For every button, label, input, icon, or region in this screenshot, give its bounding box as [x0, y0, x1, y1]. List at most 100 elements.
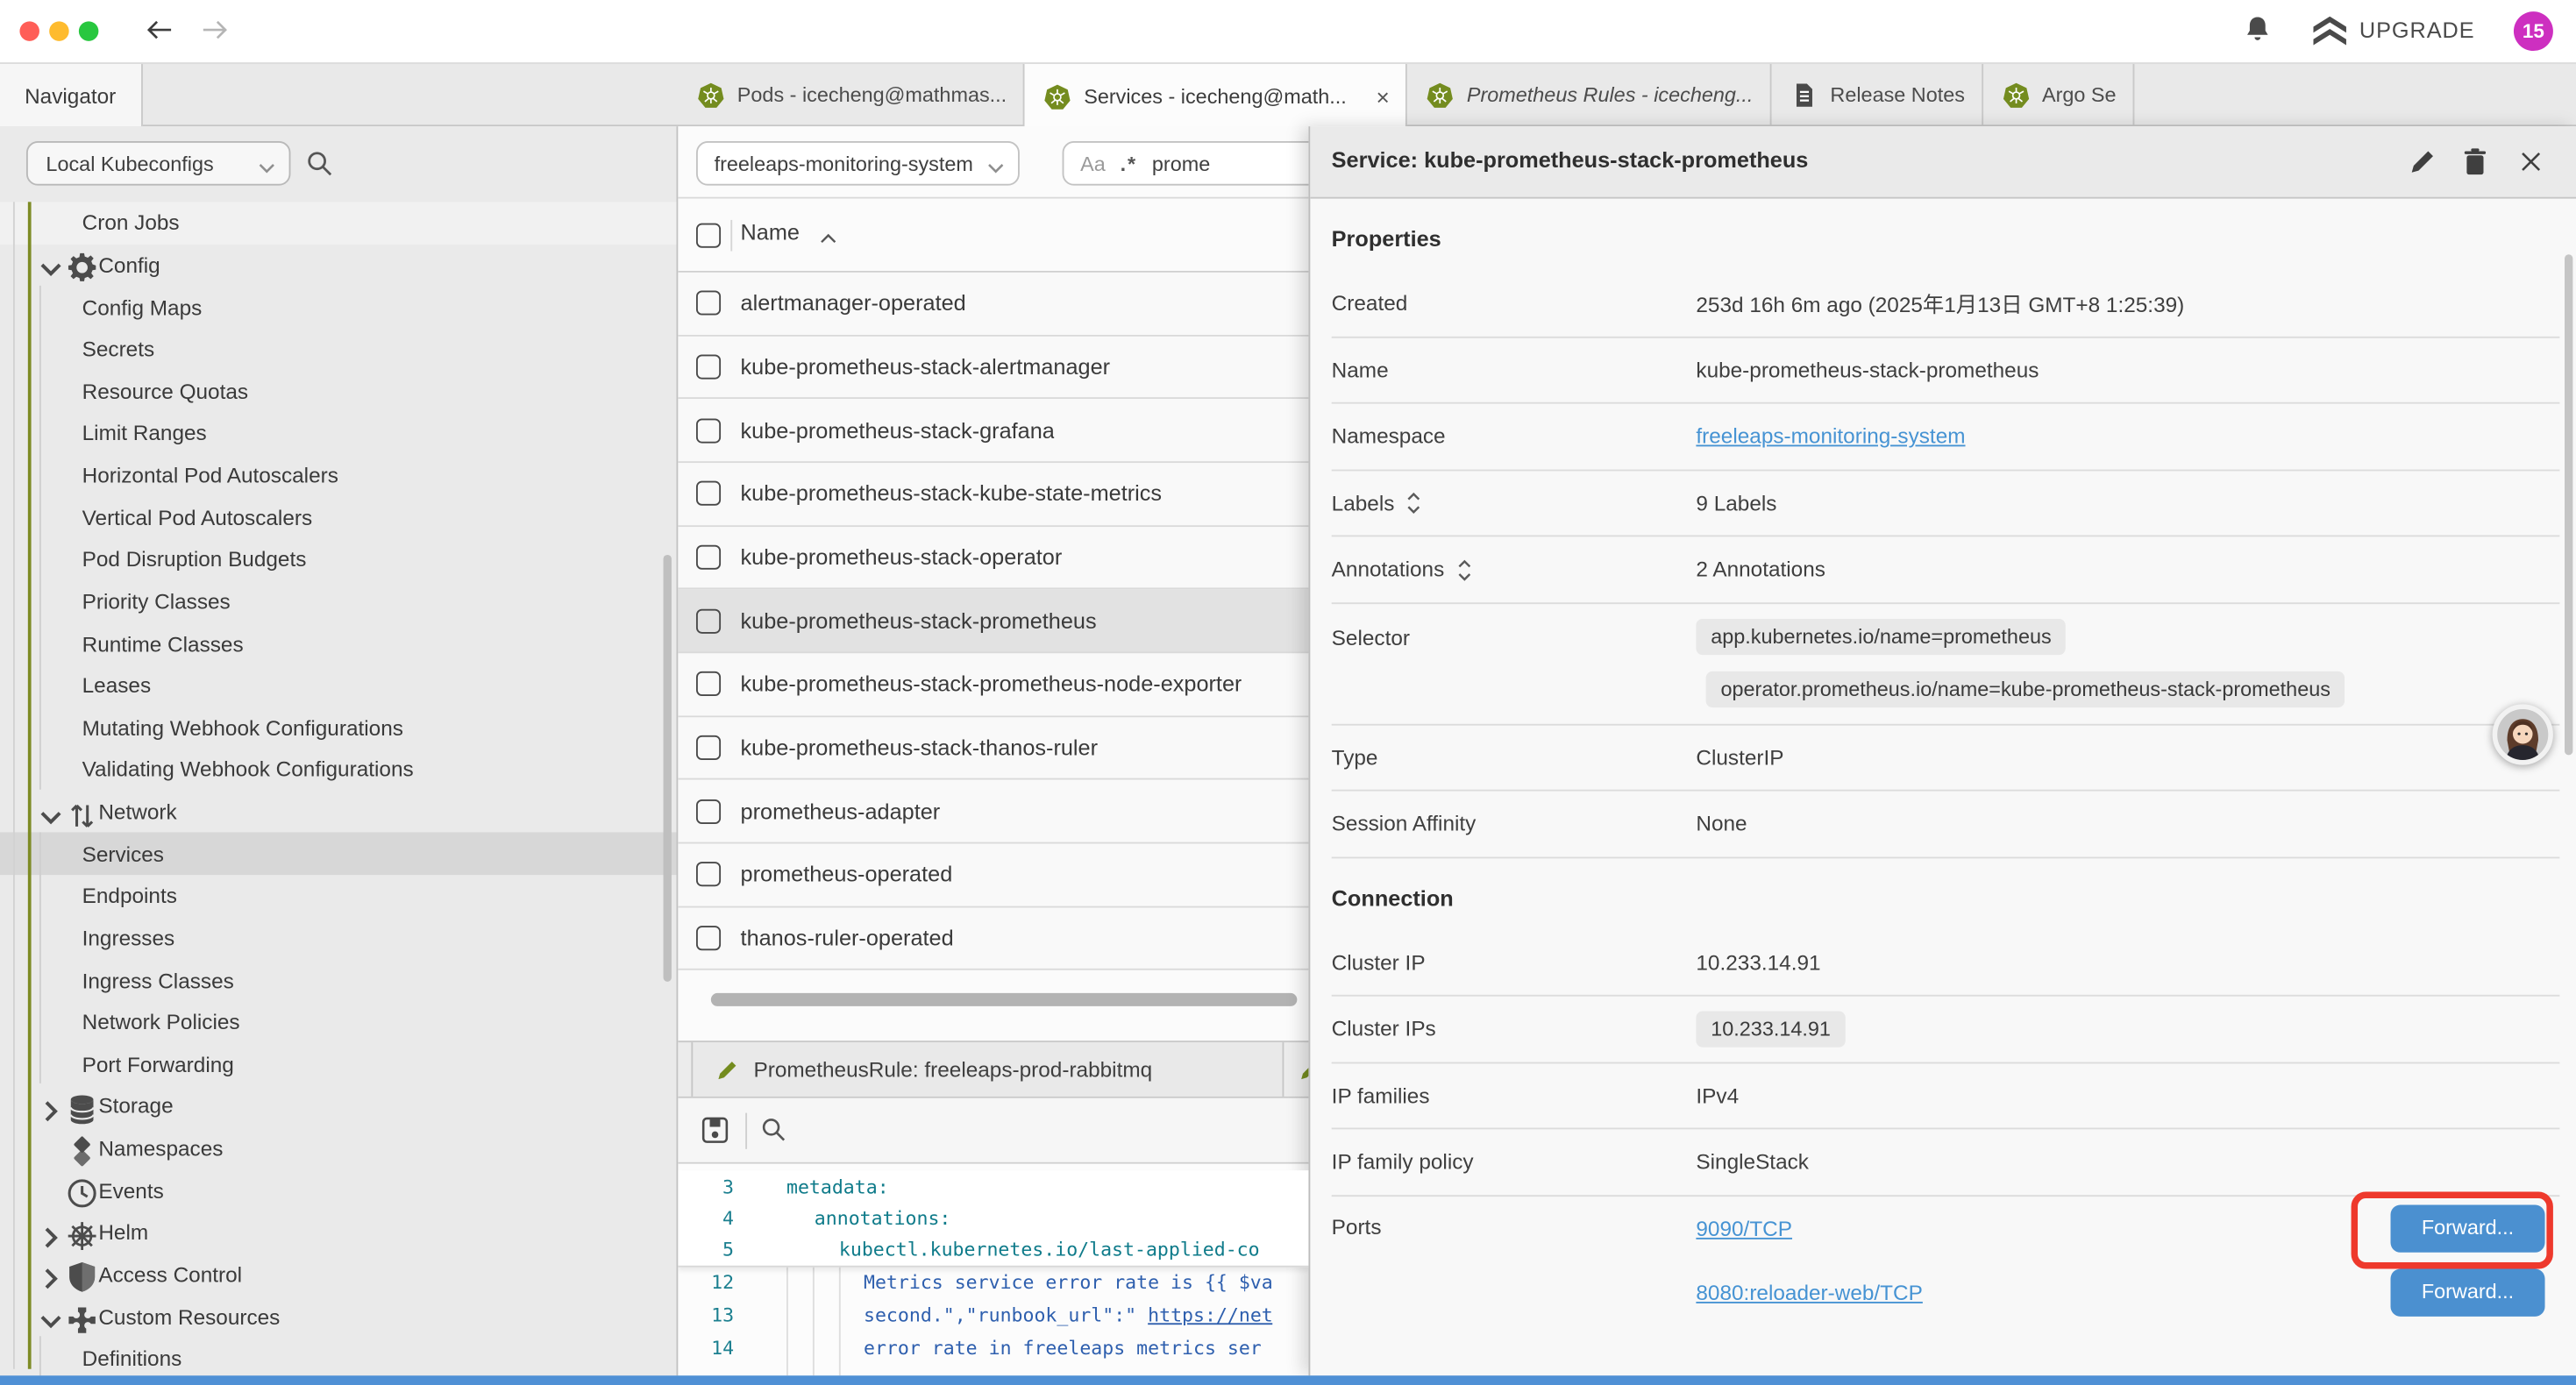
tree-chevron-icon[interactable] — [36, 1223, 66, 1242]
notifications-bell-icon[interactable] — [2243, 15, 2273, 47]
service-table-row[interactable]: prometheus-adapter — [678, 780, 1308, 843]
app-tab[interactable]: Services - icecheng@math... × — [1025, 64, 1408, 128]
kubeconfig-dropdown[interactable]: Local Kubeconfigs — [26, 141, 290, 186]
name-column-header[interactable]: Name — [741, 220, 838, 245]
sidebar-tree-item[interactable]: Ingress Classes — [0, 959, 677, 1001]
service-table-row[interactable]: kube-prometheus-stack-prometheus-node-ex… — [678, 653, 1308, 716]
tree-chevron-icon[interactable] — [36, 802, 66, 821]
sidebar-tree-item[interactable]: Config Maps — [0, 286, 677, 328]
sidebar-tree-item[interactable]: Config — [0, 244, 677, 286]
row-checkbox[interactable] — [696, 926, 721, 950]
sidebar-tree-item[interactable]: Namespaces — [0, 1127, 677, 1169]
app-tab[interactable]: Pods - icecheng@mathmas... — [678, 64, 1024, 126]
row-checkbox[interactable] — [696, 354, 721, 379]
editor-search-icon[interactable] — [760, 1116, 786, 1142]
close-window-button[interactable] — [19, 21, 39, 40]
forward-button[interactable]: Forward... — [2391, 1204, 2545, 1252]
forward-arrow-icon[interactable] — [200, 18, 230, 45]
runbook-url-link[interactable]: https://net — [1148, 1303, 1273, 1326]
service-table-row[interactable]: alertmanager-operated — [678, 273, 1308, 336]
close-icon[interactable] — [2517, 148, 2545, 176]
sidebar-tree-item[interactable]: Priority Classes — [0, 580, 677, 622]
sidebar-tree-item[interactable]: Leases — [0, 664, 677, 707]
expand-collapse-icon[interactable] — [1455, 558, 1472, 580]
zoom-window-button[interactable] — [79, 21, 98, 40]
forward-button[interactable]: Forward... — [2391, 1268, 2545, 1316]
editor-tab[interactable]: PrometheusRule: freeleaps-prod-rabbitmq — [691, 1042, 1284, 1097]
upgrade-button[interactable]: UPGRADE — [2312, 17, 2475, 45]
sidebar-tree-item[interactable]: Helm — [0, 1211, 677, 1254]
sidebar-scrollbar-thumb[interactable] — [664, 555, 672, 982]
row-checkbox[interactable] — [696, 291, 721, 316]
tree-chevron-icon[interactable] — [36, 255, 66, 274]
regex-toggle[interactable]: .* — [1121, 152, 1137, 174]
tab-close-icon[interactable]: × — [1377, 83, 1390, 110]
sidebar-tree-item[interactable]: Cron Jobs — [0, 202, 677, 244]
service-table-row[interactable]: kube-prometheus-stack-prometheus — [678, 590, 1308, 653]
row-checkbox[interactable] — [696, 735, 721, 760]
app-tab[interactable]: Argo Se — [1983, 64, 2135, 126]
sidebar-tree-item[interactable]: Mutating Webhook Configurations — [0, 707, 677, 749]
minimize-window-button[interactable] — [49, 21, 68, 40]
sidebar-tree-item[interactable]: Network Policies — [0, 1001, 677, 1043]
port-link[interactable]: 8080:reloader-web/TCP — [1696, 1280, 1922, 1304]
service-table-row[interactable]: kube-prometheus-stack-thanos-ruler — [678, 717, 1308, 780]
sidebar-tree-item[interactable]: Limit Ranges — [0, 412, 677, 454]
service-table-row[interactable]: kube-prometheus-stack-grafana — [678, 400, 1308, 463]
service-table-row[interactable]: prometheus-operated — [678, 843, 1308, 906]
sidebar-tree-item[interactable]: Access Control — [0, 1254, 677, 1296]
save-icon[interactable] — [701, 1116, 729, 1144]
port-link[interactable]: 9090/TCP — [1696, 1216, 1792, 1240]
delete-icon[interactable] — [2461, 148, 2489, 176]
service-table-row[interactable]: kube-prometheus-stack-operator — [678, 526, 1308, 589]
service-table-row[interactable]: kube-prometheus-stack-alertmanager — [678, 336, 1308, 399]
notification-count-badge[interactable]: 15 — [2514, 11, 2553, 51]
row-checkbox[interactable] — [696, 799, 721, 823]
edit-icon[interactable] — [2409, 148, 2437, 176]
horizontal-scrollbar-thumb[interactable] — [711, 993, 1298, 1006]
row-checkbox[interactable] — [696, 608, 721, 633]
sidebar-tree-item[interactable]: Definitions — [0, 1338, 677, 1375]
sidebar-search-icon[interactable] — [305, 149, 333, 177]
sidebar-tree-item[interactable]: Events — [0, 1169, 677, 1211]
sidebar-tree-item[interactable]: Port Forwarding — [0, 1043, 677, 1085]
select-all-checkbox[interactable] — [696, 224, 721, 248]
sidebar-tree-item[interactable]: Horizontal Pod Autoscalers — [0, 454, 677, 496]
filter-input[interactable]: Aa .* prome — [1063, 141, 1309, 186]
sidebar-tree-item[interactable]: Endpoints — [0, 875, 677, 917]
tree-chevron-icon[interactable] — [36, 1265, 66, 1284]
sidebar-tree-item[interactable]: Storage — [0, 1085, 677, 1127]
sidebar-tree-item[interactable]: Validating Webhook Configurations — [0, 749, 677, 791]
tree-chevron-icon[interactable] — [36, 1181, 66, 1200]
sidebar-tree-item[interactable]: Network — [0, 791, 677, 833]
sidebar-tree-item[interactable]: Pod Disruption Budgets — [0, 538, 677, 580]
sidebar-tree-item[interactable]: Secrets — [0, 328, 677, 370]
tree-chevron-icon[interactable] — [36, 1307, 66, 1326]
back-arrow-icon[interactable] — [145, 18, 174, 45]
detail-scrollbar-thumb[interactable] — [2565, 254, 2572, 755]
expand-collapse-icon[interactable] — [1406, 491, 1423, 514]
row-checkbox[interactable] — [696, 863, 721, 887]
service-table-row[interactable]: thanos-ruler-operated — [678, 907, 1308, 970]
sidebar-tree-item[interactable]: Runtime Classes — [0, 622, 677, 664]
editor-tab-partial[interactable] — [1285, 1042, 1308, 1097]
sidebar-tree-item[interactable]: Custom Resources — [0, 1296, 677, 1338]
namespace-dropdown[interactable]: freeleaps-monitoring-system — [696, 141, 1020, 186]
row-checkbox[interactable] — [696, 481, 721, 506]
app-tab[interactable]: Prometheus Rules - icecheng... — [1407, 64, 1771, 126]
row-checkbox[interactable] — [696, 418, 721, 443]
sidebar-tree-item[interactable]: Vertical Pod Autoscalers — [0, 496, 677, 538]
row-checkbox[interactable] — [696, 671, 721, 696]
sidebar-tree-item[interactable]: Resource Quotas — [0, 370, 677, 412]
user-avatar[interactable] — [2493, 704, 2553, 764]
tree-chevron-icon[interactable] — [36, 1097, 66, 1116]
app-tab[interactable]: Release Notes — [1771, 64, 1983, 126]
tree-chevron-icon[interactable] — [36, 1139, 66, 1158]
sidebar-tree-item[interactable]: Ingresses — [0, 917, 677, 959]
match-case-toggle[interactable]: Aa — [1080, 152, 1106, 174]
sidebar-tree-item[interactable]: Services — [0, 833, 677, 875]
yaml-editor[interactable]: 11 0","for":"1m","labels":{"service":"f … — [678, 1164, 1308, 1376]
row-checkbox[interactable] — [696, 545, 721, 570]
service-table-row[interactable]: kube-prometheus-stack-kube-state-metrics — [678, 463, 1308, 526]
navigator-panel-tab[interactable]: Navigator — [0, 64, 143, 126]
